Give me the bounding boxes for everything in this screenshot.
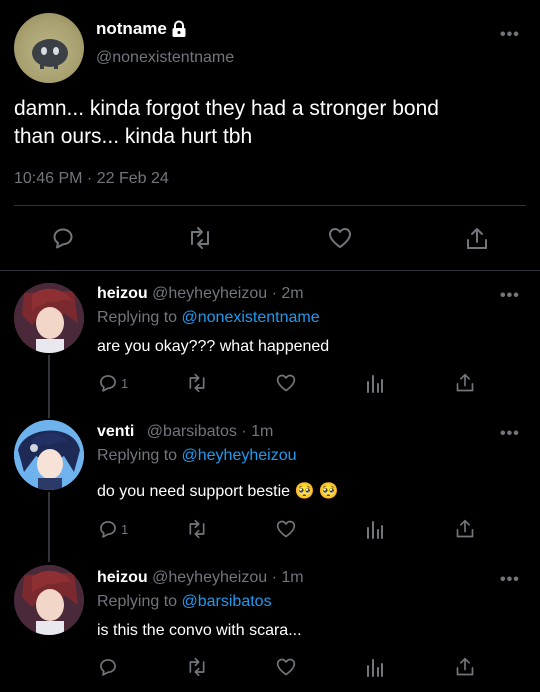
- display-name[interactable]: venti: [97, 423, 134, 440]
- views-button[interactable]: [366, 657, 384, 677]
- views-button[interactable]: [366, 519, 384, 539]
- like-button[interactable]: [275, 373, 297, 393]
- reply-time[interactable]: · 2m: [272, 285, 304, 302]
- like-button[interactable]: [275, 657, 297, 677]
- reply-button[interactable]: [98, 657, 118, 677]
- tweet-text-line-1: damn... kinda forgot they had a stronger…: [14, 97, 439, 120]
- replying-to-label: Replying to: [97, 309, 178, 326]
- like-button[interactable]: [275, 519, 297, 539]
- views-button[interactable]: [366, 373, 384, 393]
- more-icon[interactable]: •••: [500, 26, 520, 44]
- like-button[interactable]: [327, 226, 353, 250]
- like-icon: [275, 373, 297, 393]
- reply-button[interactable]: [51, 226, 75, 250]
- reply-time[interactable]: · 1m: [272, 569, 304, 586]
- retweet-icon: [186, 519, 208, 539]
- thread-line: [48, 492, 50, 562]
- display-name[interactable]: notname: [96, 19, 167, 39]
- reply-count: 1: [121, 521, 129, 537]
- like-icon: [327, 226, 353, 250]
- avatar-image: [14, 420, 84, 490]
- handle[interactable]: @barsibatos: [147, 423, 237, 440]
- avatar-image: [32, 39, 68, 69]
- reply-icon: [98, 519, 118, 539]
- avatar-venti[interactable]: [14, 420, 84, 490]
- reply-text: is this the convo with scara...: [97, 622, 302, 639]
- tweet-timestamp[interactable]: 10:46 PM · 22 Feb 24: [14, 170, 169, 188]
- reply-count: 1: [121, 375, 129, 391]
- avatar-notname[interactable]: [14, 13, 84, 83]
- avatar-heizou[interactable]: [14, 565, 84, 635]
- retweet-button[interactable]: [186, 519, 208, 539]
- reply-icon: [98, 657, 118, 677]
- share-icon: [455, 518, 475, 540]
- replying-to-link[interactable]: @barsibatos: [182, 593, 272, 610]
- retweet-button[interactable]: [187, 226, 213, 250]
- views-icon: [366, 519, 384, 539]
- retweet-icon: [186, 657, 208, 677]
- retweet-icon: [187, 226, 213, 250]
- divider: [14, 205, 526, 206]
- share-icon: [455, 656, 475, 678]
- tweet-text-line-2: than ours... kinda hurt tbh: [14, 125, 253, 148]
- more-icon[interactable]: •••: [500, 571, 520, 589]
- lock-icon: [171, 20, 187, 38]
- share-button[interactable]: [465, 226, 489, 252]
- reply-button[interactable]: 1: [98, 519, 128, 539]
- views-icon: [366, 657, 384, 677]
- handle[interactable]: @heyheyheizou: [152, 569, 267, 586]
- replying-to-label: Replying to: [97, 593, 178, 610]
- retweet-icon: [186, 373, 208, 393]
- reply-icon: [98, 373, 118, 393]
- thread-line: [48, 355, 50, 418]
- replying-to-link[interactable]: @heyheyheizou: [182, 447, 297, 464]
- share-button[interactable]: [455, 656, 475, 678]
- avatar-image: [14, 283, 84, 353]
- more-icon[interactable]: •••: [500, 425, 520, 443]
- avatar-heizou[interactable]: [14, 283, 84, 353]
- share-icon: [465, 226, 489, 252]
- reply-button[interactable]: 1: [98, 373, 128, 393]
- retweet-button[interactable]: [186, 373, 208, 393]
- replying-to-link[interactable]: @nonexistentname: [182, 309, 320, 326]
- replying-to-label: Replying to: [97, 447, 178, 464]
- handle[interactable]: @heyheyheizou: [152, 285, 267, 302]
- share-button[interactable]: [455, 518, 475, 540]
- avatar-image: [14, 565, 84, 635]
- divider: [0, 270, 540, 271]
- like-icon: [275, 657, 297, 677]
- share-icon: [455, 372, 475, 394]
- reply-text: are you okay??? what happened: [97, 338, 330, 355]
- display-name[interactable]: heizou: [97, 569, 148, 586]
- share-button[interactable]: [455, 372, 475, 394]
- retweet-button[interactable]: [186, 657, 208, 677]
- views-icon: [366, 373, 384, 393]
- reply-icon: [51, 226, 75, 250]
- handle[interactable]: @nonexistentname: [96, 49, 234, 67]
- display-name[interactable]: heizou: [97, 285, 148, 302]
- like-icon: [275, 519, 297, 539]
- more-icon[interactable]: •••: [500, 287, 520, 305]
- reply-time[interactable]: · 1m: [241, 423, 273, 440]
- reply-text: do you need support bestie 🥺 🥺: [97, 483, 339, 500]
